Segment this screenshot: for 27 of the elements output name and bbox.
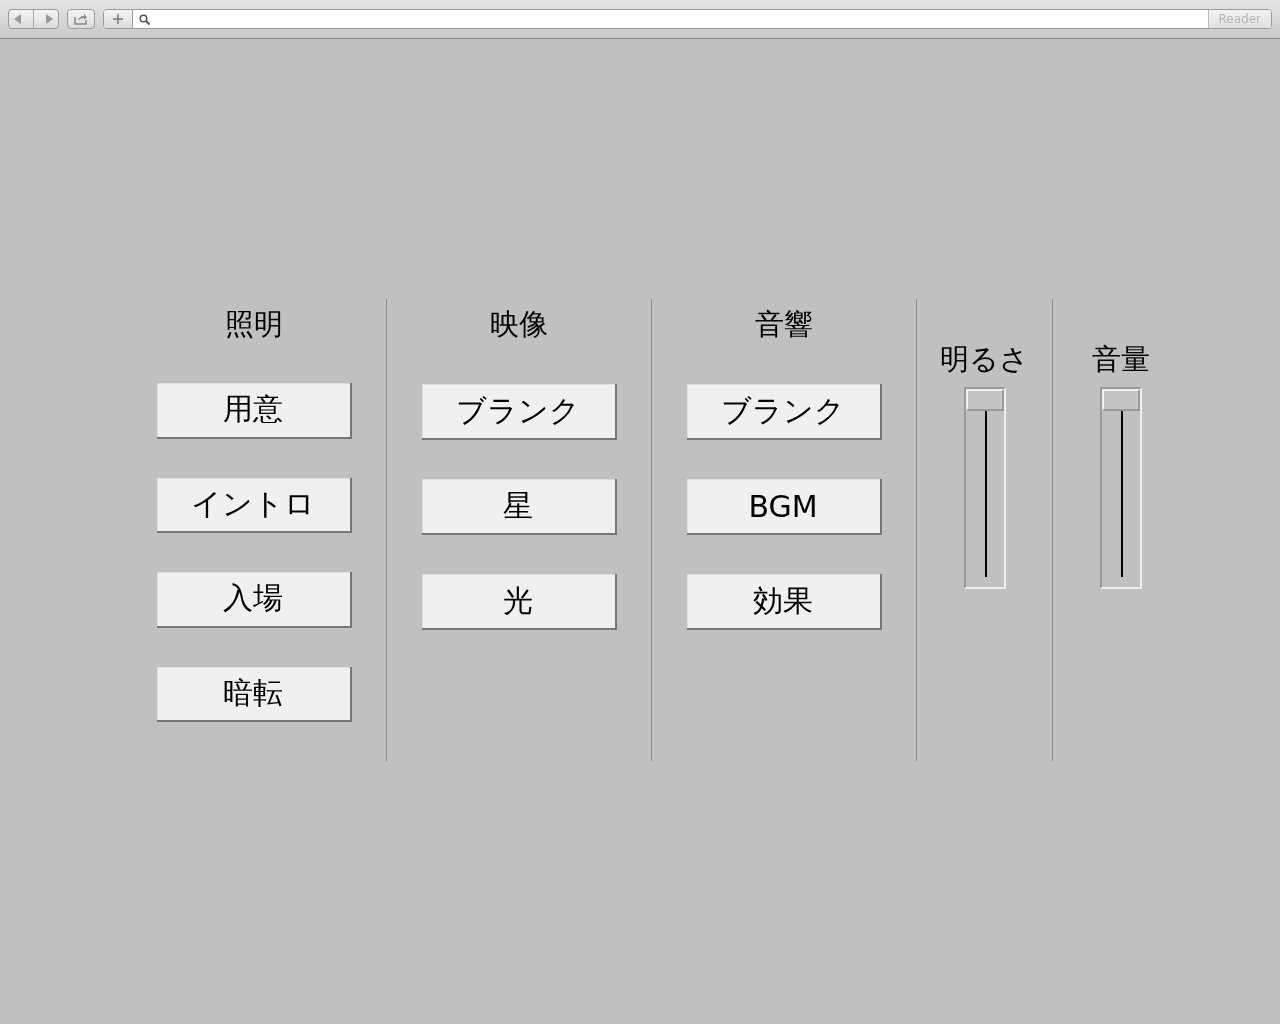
back-forward-buttons[interactable] <box>8 9 59 29</box>
cue-button[interactable]: 星 <box>421 479 617 535</box>
cue-button[interactable]: ブランク <box>421 384 617 440</box>
slider-thumb[interactable] <box>965 389 1004 411</box>
back-icon[interactable] <box>14 14 23 24</box>
section-title: 映像 <box>490 306 548 343</box>
slider-label: 明るさ <box>940 341 1029 378</box>
cue-button[interactable]: イントロ <box>156 477 352 534</box>
section-title: 照明 <box>225 306 283 343</box>
slider-thumb[interactable] <box>1102 389 1140 411</box>
cue-button[interactable]: 入場 <box>156 572 352 628</box>
cue-button[interactable]: BGM <box>686 479 882 535</box>
cue-button[interactable]: ブランク <box>686 384 882 440</box>
cue-button[interactable]: 光 <box>421 574 617 630</box>
slider-label: 音量 <box>1092 341 1150 378</box>
share-icon <box>74 13 88 25</box>
plus-icon <box>113 14 123 24</box>
cue-button[interactable]: 効果 <box>686 574 882 630</box>
vertical-slider[interactable] <box>1100 387 1142 589</box>
cue-button[interactable]: 暗転 <box>156 666 352 722</box>
vertical-slider[interactable] <box>963 387 1006 589</box>
cue-button[interactable]: 用意 <box>156 383 352 439</box>
section-title: 音響 <box>755 306 813 343</box>
forward-icon[interactable] <box>44 14 53 24</box>
search-icon <box>139 13 150 25</box>
share-button[interactable] <box>67 9 95 29</box>
add-tab-button[interactable] <box>104 10 133 28</box>
